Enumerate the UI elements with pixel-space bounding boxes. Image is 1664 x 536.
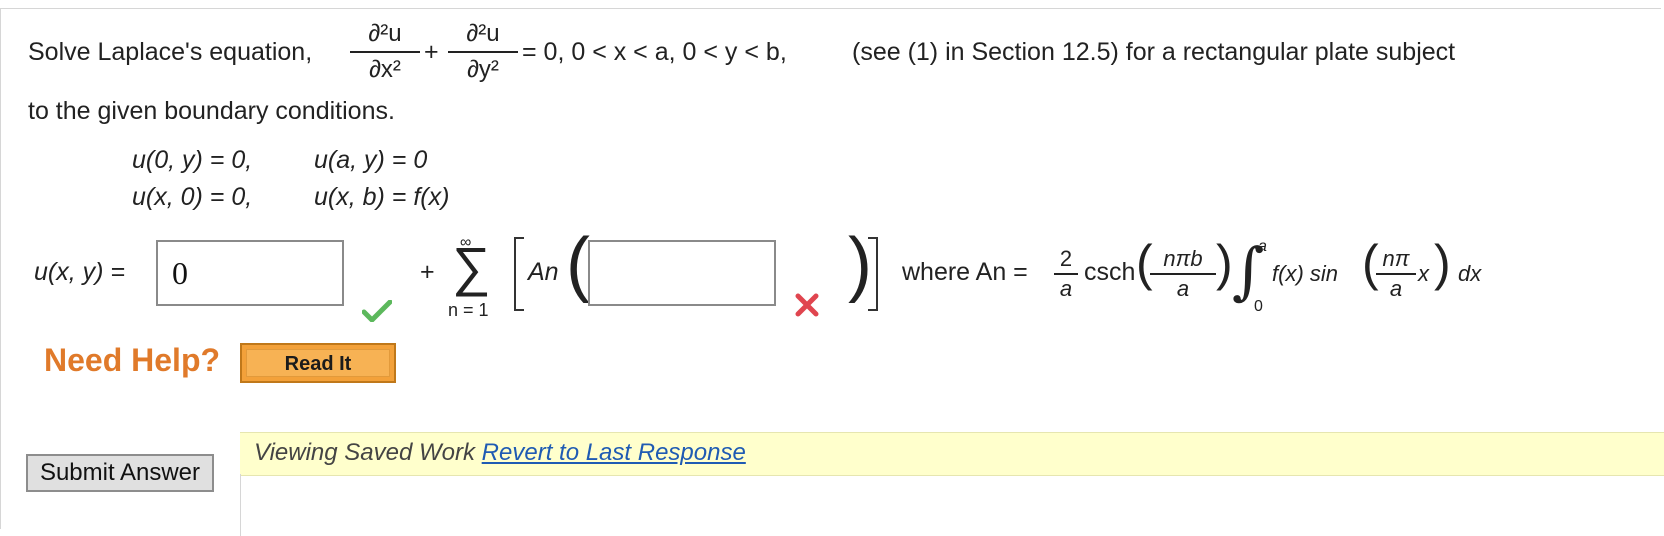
fraction-bar <box>1150 273 1216 275</box>
read-it-label: Read It <box>246 349 390 377</box>
right-bracket-icon <box>868 237 878 311</box>
answer-lhs: u(x, y) = <box>34 258 125 286</box>
cross-icon <box>794 292 820 323</box>
numerator: ∂²u <box>466 20 500 47</box>
saved-work-label: Viewing Saved Work <box>254 439 475 466</box>
plus-sign: + <box>424 38 439 66</box>
bc-u0y: u(0, y) = 0, <box>132 146 253 174</box>
fraction-bar <box>350 51 420 53</box>
answer-box-2[interactable] <box>588 240 776 306</box>
submit-answer-button[interactable]: Submit Answer <box>26 454 214 492</box>
differential-dx: dx <box>1458 261 1482 286</box>
bc-uay: u(a, y) = 0 <box>314 146 428 174</box>
check-icon <box>361 299 393 327</box>
denominator: ∂y² <box>467 56 499 83</box>
fraction-bar <box>1376 273 1416 275</box>
left-paren-icon: ( <box>566 224 590 304</box>
saved-work-bar: Viewing Saved Work Revert to Last Respon… <box>240 432 1664 476</box>
npib-over-a-fraction: nπb a <box>1150 246 1216 302</box>
left-bracket-icon <box>514 237 524 311</box>
revert-link[interactable]: Revert to Last Response <box>482 439 746 466</box>
divider <box>240 474 241 536</box>
integral-upper-limit: a <box>1258 238 1267 255</box>
read-it-button[interactable]: Read It <box>240 343 396 383</box>
npi-over-a-fraction: nπ a <box>1376 246 1416 302</box>
where-An: where An = <box>902 258 1028 286</box>
intro-line2: to the given boundary conditions. <box>28 97 395 125</box>
integrand-fx-sin: f(x) sin <box>1272 261 1338 286</box>
sin-right-paren-icon: ) <box>1434 235 1451 291</box>
numerator: 2 <box>1059 246 1073 271</box>
csch-right-paren-icon: ) <box>1216 235 1233 291</box>
denominator: a <box>1389 276 1403 301</box>
plus-sign-2: + <box>420 258 435 286</box>
coefficient-An: An <box>528 258 559 286</box>
two-over-a-fraction: 2 a <box>1054 246 1078 302</box>
domain-condition: = 0, 0 < x < a, 0 < y < b, <box>522 38 787 66</box>
d2u-dy2-fraction: ∂²u ∂y² <box>448 20 518 84</box>
bc-uxb: u(x, b) = f(x) <box>314 183 450 211</box>
denominator: a <box>1059 276 1073 301</box>
numerator: nπ <box>1382 246 1410 271</box>
fraction-bar <box>1054 273 1078 275</box>
sin-argument-x: x <box>1418 261 1429 286</box>
bc-ux0: u(x, 0) = 0, <box>132 183 253 211</box>
numerator: nπb <box>1163 246 1203 271</box>
sum-lower-limit: n = 1 <box>448 300 489 320</box>
denominator: a <box>1176 276 1190 301</box>
csch-function: csch <box>1084 258 1136 286</box>
d2u-dx2-fraction: ∂²u ∂x² <box>350 20 420 84</box>
integral-lower-limit: 0 <box>1254 298 1263 315</box>
sigma-symbol: ∑ <box>452 237 491 297</box>
numerator: ∂²u <box>368 20 402 47</box>
saved-work-text: Viewing Saved Work Revert to Last Respon… <box>254 439 746 467</box>
need-help-label: Need Help? <box>44 342 221 378</box>
denominator: ∂x² <box>369 56 401 83</box>
intro-text: Solve Laplace's equation, <box>28 38 313 66</box>
fraction-bar <box>448 51 518 53</box>
section-reference: (see (1) in Section 12.5) for a rectangu… <box>852 38 1456 66</box>
answer-box-1[interactable]: 0 <box>156 240 344 306</box>
